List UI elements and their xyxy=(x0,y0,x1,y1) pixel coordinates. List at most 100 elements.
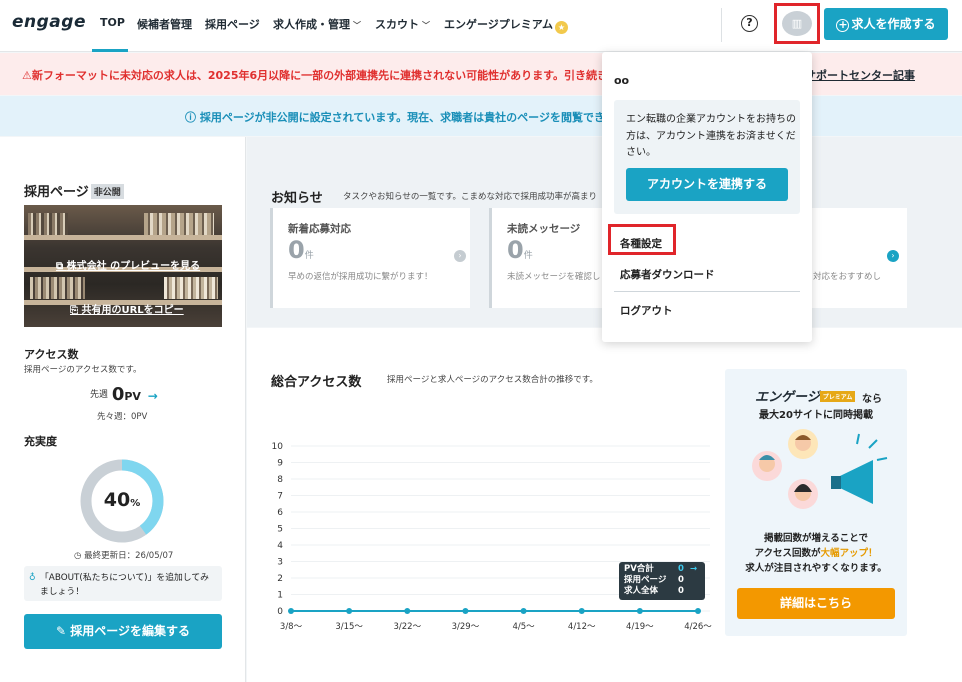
access-count-title: アクセス数 xyxy=(24,348,79,361)
books-decoration xyxy=(30,277,85,299)
notices-desc: タスクやお知らせの一覧です。こまめな対応で採用成功率が高まり xyxy=(343,192,597,202)
nav-candidates[interactable]: 候補者管理 xyxy=(137,16,192,32)
recruit-page-thumbnail: ⧉ 株式会社 のプレビューを見る ⎘ 共有用のURLをコピー xyxy=(24,205,222,327)
promo-line-3: 求人が注目されやすくなります。 xyxy=(745,563,887,574)
promo-logo-text: エンゲージ xyxy=(755,390,820,405)
card-title: 未読メッセージ xyxy=(507,223,581,235)
card-desc: 対応をおすすめし xyxy=(813,272,882,282)
format-alert-text: ⚠新フォーマットに未対応の求人は、2025年6月以降に一部の外部連携先に連携され… xyxy=(22,69,631,82)
nav-job-management[interactable]: 求人作成・管理 ﹀ xyxy=(273,16,361,32)
card-desc: 早めの返信が採用成功に繋がります！ xyxy=(288,272,433,282)
last-week-pv: 先週 0PV → xyxy=(90,384,158,405)
card-count: 0件 xyxy=(507,236,533,264)
menu-item-logout[interactable]: ログアウト xyxy=(620,303,673,318)
arrow-right-icon[interactable]: → xyxy=(148,389,158,403)
tooltip-row: 採用ページ 0 xyxy=(624,575,705,586)
total-access-desc: 採用ページと求人ページのアクセス数合計の推移です。 xyxy=(387,375,598,385)
create-job-button[interactable]: + 求人を作成する xyxy=(824,8,948,40)
card-title: 新着応募対応 xyxy=(288,223,351,235)
preview-link-text: 株式会社 のプレビューを見る xyxy=(66,261,201,272)
pencil-icon: ✎ xyxy=(56,624,71,638)
chevron-right-icon[interactable]: › xyxy=(887,250,899,262)
arrow-right-icon[interactable]: → xyxy=(690,564,697,575)
menu-item-applicant-download[interactable]: 応募者ダウンロード xyxy=(620,267,715,282)
account-link-panel: エン転職の企業アカウントをお持ちの方は、アカウント連携をお済ませください。 アカ… xyxy=(614,100,800,214)
card-count-unit: 件 xyxy=(523,251,533,261)
card-count-value: 0 xyxy=(507,236,524,264)
premium-crown-icon: ★ xyxy=(555,21,569,34)
plus-circle-icon: + xyxy=(836,18,850,32)
completeness-value: 40% xyxy=(80,489,164,511)
tooltip-value: 0 xyxy=(678,564,684,574)
edit-recruit-page-button[interactable]: ✎ 採用ページを編集する xyxy=(24,614,222,649)
total-access-title: 総合アクセス数 xyxy=(271,375,362,390)
copy-url-link[interactable]: ⎘ 共有用のURLをコピー xyxy=(70,301,184,316)
promo-highlight: 大幅アップ！ xyxy=(820,548,878,559)
nav-recruit-page[interactable]: 採用ページ xyxy=(205,16,260,32)
menu-divider xyxy=(614,291,800,292)
details-button[interactable]: 詳細はこちら xyxy=(737,588,895,619)
nav-divider xyxy=(721,8,722,42)
card-count-value: 0 xyxy=(288,236,305,264)
books-decoration xyxy=(28,213,68,235)
completeness-number: 40 xyxy=(103,489,131,511)
recruit-page-sidebar: 採用ページ 非公開 ⧉ 株式会社 のプレビューを見る ⎘ 共有用のURLをコピー … xyxy=(0,137,246,682)
recruit-page-title-text: 採用ページ xyxy=(24,185,89,200)
nav-scout[interactable]: スカウト ﹀ xyxy=(375,16,430,32)
account-user-name: oo xyxy=(614,74,630,87)
create-job-label: 求人を作成する xyxy=(851,17,936,31)
lightbulb-icon: ♁ xyxy=(29,573,36,583)
chevron-right-icon[interactable]: › xyxy=(454,250,466,262)
private-alert-text: ⓘ 採用ページが非公開に設定されています。現在、求職者は貴社のページを閲覧できま… xyxy=(185,111,627,124)
chevron-down-icon: ﹀ xyxy=(353,21,361,30)
nav-top[interactable]: TOP xyxy=(100,16,125,29)
engage-logo[interactable]: engage xyxy=(12,12,86,32)
top-navigation: engage TOP 候補者管理 採用ページ 求人作成・管理 ﹀ スカウト ﹀ エン… xyxy=(0,0,962,52)
task-card[interactable]: 対応をおすすめし › xyxy=(809,208,907,308)
books-decoration xyxy=(164,277,218,299)
private-badge: 非公開 xyxy=(90,184,124,199)
promo-nara: なら xyxy=(862,394,882,405)
help-icon[interactable]: ? xyxy=(741,15,758,32)
tooltip-row: 求人全体 0 xyxy=(624,586,705,597)
tooltip-value: 0 xyxy=(678,586,684,596)
preview-link[interactable]: ⧉ 株式会社 のプレビューを見る xyxy=(56,257,200,272)
chevron-down-icon: ﹀ xyxy=(422,21,430,30)
account-link-text: エン転職の企業アカウントをお持ちの方は、アカウント連携をお済ませください。 xyxy=(626,114,796,158)
menu-item-settings[interactable]: 各種設定 xyxy=(620,236,662,251)
tooltip-label: 採用ページ xyxy=(624,575,667,585)
pv-unit: PV xyxy=(124,390,141,403)
premium-promo-card: エンゲージ プレミアム なら 最大20サイトに同時掲載 掲載回数が増えることで ア… xyxy=(725,369,907,636)
nav-premium[interactable]: エンゲージプレミアム ★ xyxy=(444,16,569,34)
link-account-button[interactable]: アカウントを連携する xyxy=(626,168,788,201)
format-alert-bar: ⚠新フォーマットに未対応の求人は、2025年6月以降に一部の外部連携先に連携され… xyxy=(0,53,962,95)
books-decoration xyxy=(144,213,214,235)
company-account-icon[interactable]: ▥ xyxy=(782,11,812,36)
edit-recruit-page-label: 採用ページを編集する xyxy=(70,624,190,638)
promo-logo: エンゲージ プレミアム xyxy=(755,386,856,405)
unread-messages-card[interactable]: 未読メッセージ 0件 未読メッセージを確認し xyxy=(489,208,609,308)
card-count-unit: 件 xyxy=(304,251,314,261)
card-desc: 未読メッセージを確認し xyxy=(507,272,601,282)
promo-line-2: アクセス回数が大幅アップ！ xyxy=(725,546,907,561)
tooltip-label: 求人全体 xyxy=(624,586,659,596)
promo-premium-badge: プレミアム xyxy=(819,391,856,402)
access-count-desc: 採用ページのアクセス数です。 xyxy=(24,365,142,375)
account-dropdown-menu: oo エン転職の企業アカウントをお持ちの方は、アカウント連携をお済ませください。… xyxy=(602,52,812,342)
improvement-tip-text: 「ABOUT(私たちについて)」を追加してみましょう！ xyxy=(40,573,209,597)
new-applications-card[interactable]: 新着応募対応 0件 早めの返信が採用成功に繋がります！ › xyxy=(270,208,470,308)
nav-job-management-label: 求人作成・管理 xyxy=(273,18,350,31)
promo-illustration xyxy=(752,429,888,509)
last-week-value: 0 xyxy=(111,384,125,405)
megaphone-handle xyxy=(831,476,841,489)
nav-scout-label: スカウト xyxy=(375,18,419,31)
clock-icon: ◷ xyxy=(74,551,85,561)
megaphone-icon xyxy=(840,460,873,504)
copy-url-link-text: 共有用のURLをコピー xyxy=(81,305,184,316)
recruit-page-private-alert: ⓘ 採用ページが非公開に設定されています。現在、求職者は貴社のページを閲覧できま… xyxy=(0,96,962,136)
promo-line-1: 掲載回数が増えることで xyxy=(764,533,868,544)
recruit-page-title: 採用ページ 非公開 xyxy=(24,181,124,200)
tooltip-row: PV合計 0 → xyxy=(624,564,705,575)
support-center-link[interactable]: サポートセンター記事 xyxy=(805,67,915,83)
improvement-tip: ♁ 「ABOUT(私たちについて)」を追加してみましょう！ xyxy=(24,566,222,601)
